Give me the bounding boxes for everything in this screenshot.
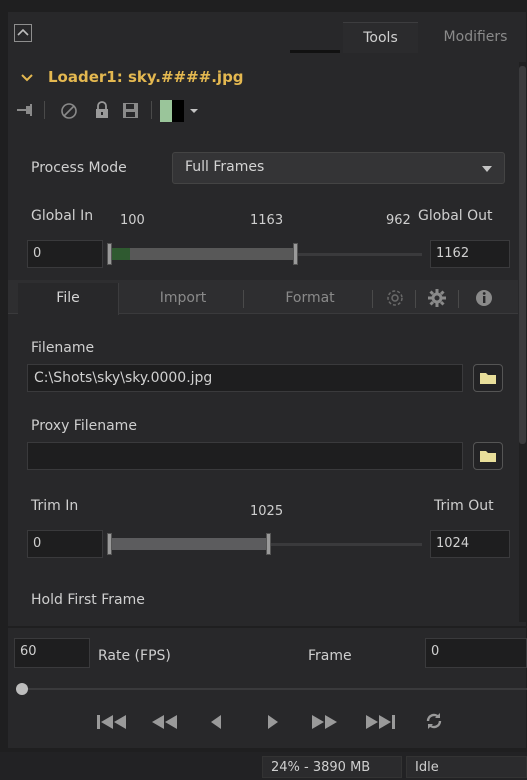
- tab-tools[interactable]: Tools: [343, 22, 418, 53]
- trim-range-fill: [110, 538, 268, 550]
- tool-title[interactable]: Loader1: sky.####.jpg: [48, 68, 244, 86]
- separator: [151, 101, 152, 119]
- proxy-filename-field[interactable]: [27, 442, 463, 470]
- pin-icon[interactable]: [16, 103, 38, 121]
- fast-forward-icon[interactable]: [310, 712, 340, 736]
- color-swatch-button[interactable]: [160, 100, 200, 126]
- process-mode-value: Full Frames: [185, 159, 265, 175]
- proxy-filename-label: Proxy Filename: [31, 418, 137, 434]
- tab-import[interactable]: Import: [128, 283, 238, 315]
- separator: [458, 290, 459, 308]
- folder-icon: [479, 371, 497, 389]
- global-range-fill: [110, 248, 296, 260]
- tab-file[interactable]: File: [18, 283, 119, 315]
- divider: [290, 50, 340, 53]
- trim-in-handle[interactable]: [107, 533, 112, 555]
- gear-icon[interactable]: [427, 288, 447, 312]
- global-in-handle[interactable]: [107, 243, 112, 265]
- timeline-track[interactable]: [20, 688, 527, 690]
- global-tick-left: 100: [120, 213, 145, 228]
- global-tick-mid: 1163: [250, 213, 284, 228]
- memory-usage: 24% - 3890 MB: [262, 756, 402, 778]
- separator: [415, 290, 416, 308]
- save-icon[interactable]: [122, 102, 139, 123]
- trim-out-field[interactable]: 1024: [430, 530, 510, 558]
- scrollbar-thumb[interactable]: [519, 66, 526, 444]
- fps-field[interactable]: 60: [14, 638, 90, 668]
- chevron-down-icon: [482, 166, 492, 172]
- go-to-end-icon[interactable]: [364, 712, 396, 736]
- step-back-icon[interactable]: [209, 712, 223, 736]
- browse-filename-button[interactable]: [473, 364, 503, 392]
- go-to-start-icon[interactable]: [96, 712, 128, 736]
- trim-out-label: Trim Out: [434, 498, 494, 514]
- timeline-playhead[interactable]: [16, 683, 28, 695]
- trim-out-handle[interactable]: [266, 533, 271, 555]
- lock-icon[interactable]: [94, 101, 110, 123]
- fps-label: Rate (FPS): [98, 648, 171, 664]
- trim-in-field[interactable]: 0: [27, 530, 103, 558]
- browse-proxy-button[interactable]: [473, 442, 503, 470]
- separator: [243, 290, 244, 308]
- global-range-highlight: [112, 248, 130, 260]
- loop-icon[interactable]: [424, 711, 444, 735]
- filename-label: Filename: [31, 340, 95, 356]
- global-out-handle[interactable]: [293, 243, 298, 265]
- filename-field[interactable]: C:\Shots\sky\sky.0000.jpg: [27, 364, 463, 392]
- chevron-up-icon: [15, 25, 31, 41]
- global-in-field[interactable]: 0: [27, 240, 103, 268]
- separator: [44, 101, 45, 119]
- radar-icon[interactable]: [386, 289, 404, 311]
- folder-icon: [479, 449, 497, 467]
- disable-icon[interactable]: [60, 102, 78, 124]
- tab-format[interactable]: Format: [250, 283, 370, 315]
- global-out-field[interactable]: 1162: [430, 240, 510, 268]
- separator: [372, 290, 373, 308]
- status-state: Idle: [406, 756, 527, 778]
- collapse-panel-button[interactable]: [14, 24, 32, 42]
- frame-label: Frame: [308, 648, 352, 664]
- global-out-label: Global Out: [418, 208, 493, 224]
- trim-tick-mid: 1025: [250, 504, 284, 519]
- play-icon[interactable]: [266, 712, 280, 736]
- process-mode-dropdown[interactable]: Full Frames: [172, 152, 505, 184]
- hold-first-frame-label: Hold First Frame: [31, 592, 145, 608]
- frame-field[interactable]: 0: [425, 638, 527, 668]
- trim-in-label: Trim In: [31, 498, 79, 514]
- info-icon[interactable]: [474, 288, 494, 312]
- process-mode-label: Process Mode: [31, 160, 127, 176]
- global-tick-right: 962: [386, 213, 411, 228]
- global-in-label: Global In: [31, 208, 94, 224]
- tab-modifiers[interactable]: Modifiers: [424, 22, 527, 52]
- expand-chevron-icon[interactable]: [20, 72, 34, 88]
- rewind-icon[interactable]: [150, 712, 180, 736]
